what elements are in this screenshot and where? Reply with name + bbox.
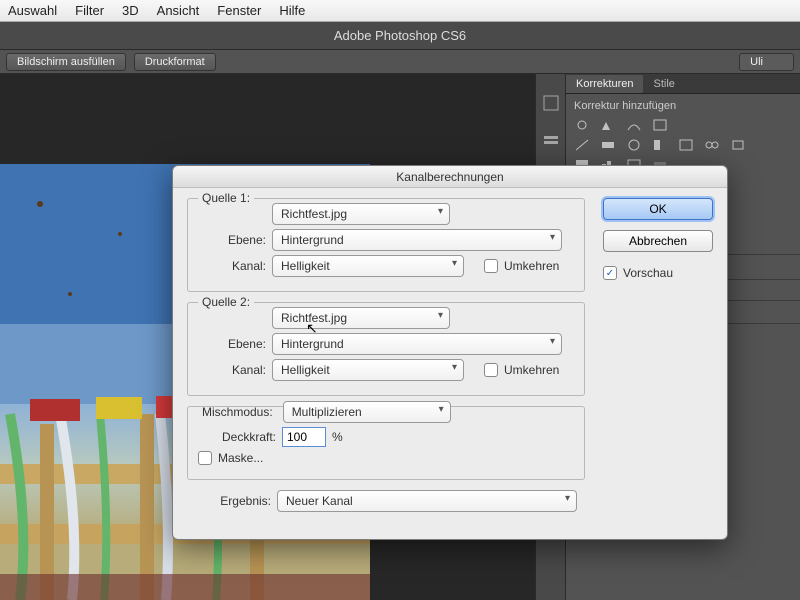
menu-item[interactable]: Hilfe (279, 3, 305, 18)
print-format-button[interactable]: Druckformat (134, 53, 216, 71)
mask-checkbox[interactable] (198, 451, 212, 465)
lookup-icon[interactable] (730, 138, 746, 152)
channel-mixer-icon[interactable] (704, 138, 720, 152)
source2-legend: Quelle 2: (198, 295, 254, 309)
workspace-select[interactable]: Uli (739, 53, 794, 71)
tab-corrections[interactable]: Korrekturen (566, 75, 643, 93)
vibrance-icon[interactable] (574, 138, 590, 152)
result-label: Ergebnis: (187, 494, 271, 508)
source2-invert-checkbox[interactable] (484, 363, 498, 377)
levels-icon[interactable] (600, 118, 616, 132)
dialog-title: Kanalberechnungen (173, 166, 727, 188)
menu-item[interactable]: Auswahl (8, 3, 57, 18)
panel-tabs: Korrekturen Stile (566, 74, 800, 94)
source2-group: Quelle 2: Richtfest.jpg Ebene: Hintergru… (187, 302, 585, 396)
source2-invert-label: Umkehren (504, 363, 559, 377)
menu-item[interactable]: 3D (122, 3, 139, 18)
source1-channel-select[interactable]: Helligkeit (272, 255, 464, 277)
source1-layer-label: Ebene: (198, 233, 266, 247)
opacity-input[interactable] (282, 427, 326, 447)
source2-channel-select[interactable]: Helligkeit (272, 359, 464, 381)
cancel-button[interactable]: Abbrechen (603, 230, 713, 252)
curves-icon[interactable] (626, 118, 642, 132)
menu-item[interactable]: Filter (75, 3, 104, 18)
source1-invert-label: Umkehren (504, 259, 559, 273)
fill-screen-button[interactable]: Bildschirm ausfüllen (6, 53, 126, 71)
opacity-label: Deckkraft: (198, 430, 276, 444)
source1-channel-label: Kanal: (198, 259, 266, 273)
add-correction-label: Korrektur hinzufügen (574, 100, 792, 112)
source1-invert-checkbox[interactable] (484, 259, 498, 273)
dialog-buttons: OK Abbrechen ✓ Vorschau (603, 198, 713, 280)
brightness-icon[interactable] (574, 118, 590, 132)
menu-item[interactable]: Fenster (217, 3, 261, 18)
photo-filter-icon[interactable] (678, 138, 694, 152)
source1-group: Quelle 1: Richtfest.jpg Ebene: Hintergru… (187, 198, 585, 292)
preview-label: Vorschau (623, 266, 673, 280)
source2-layer-label: Ebene: (198, 337, 266, 351)
calculations-dialog: Kanalberechnungen Quelle 1: Richtfest.jp… (172, 165, 728, 540)
menubar: Auswahl Filter 3D Ansicht Fenster Hilfe (0, 0, 800, 22)
blend-group: Mischmodus: Multiplizieren Deckkraft: % … (187, 406, 585, 480)
ok-button[interactable]: OK (603, 198, 713, 220)
source1-legend: Quelle 1: (198, 191, 254, 205)
balance-icon[interactable] (626, 138, 642, 152)
app-titlebar: Adobe Photoshop CS6 (0, 22, 800, 50)
options-bar: Bildschirm ausfüllen Druckformat Uli (0, 50, 800, 74)
source2-layer-select[interactable]: Hintergrund (272, 333, 562, 355)
hue-icon[interactable] (600, 138, 616, 152)
result-select[interactable]: Neuer Kanal (277, 490, 577, 512)
blend-mode-select[interactable]: Multiplizieren (283, 401, 451, 423)
exposure-icon[interactable] (652, 118, 668, 132)
bw-icon[interactable] (652, 138, 668, 152)
panel-icon[interactable] (542, 94, 560, 112)
blend-label: Mischmodus: (198, 405, 277, 419)
source1-file-select[interactable]: Richtfest.jpg (272, 203, 450, 225)
source2-file-select[interactable]: Richtfest.jpg (272, 307, 450, 329)
source1-layer-select[interactable]: Hintergrund (272, 229, 562, 251)
menu-item[interactable]: Ansicht (157, 3, 200, 18)
source2-channel-label: Kanal: (198, 363, 266, 377)
app-title: Adobe Photoshop CS6 (334, 28, 466, 43)
panel-icon[interactable] (542, 132, 560, 150)
mask-label: Maske... (218, 451, 263, 465)
preview-checkbox[interactable]: ✓ (603, 266, 617, 280)
tab-styles[interactable]: Stile (643, 75, 684, 93)
percent-label: % (332, 430, 343, 444)
